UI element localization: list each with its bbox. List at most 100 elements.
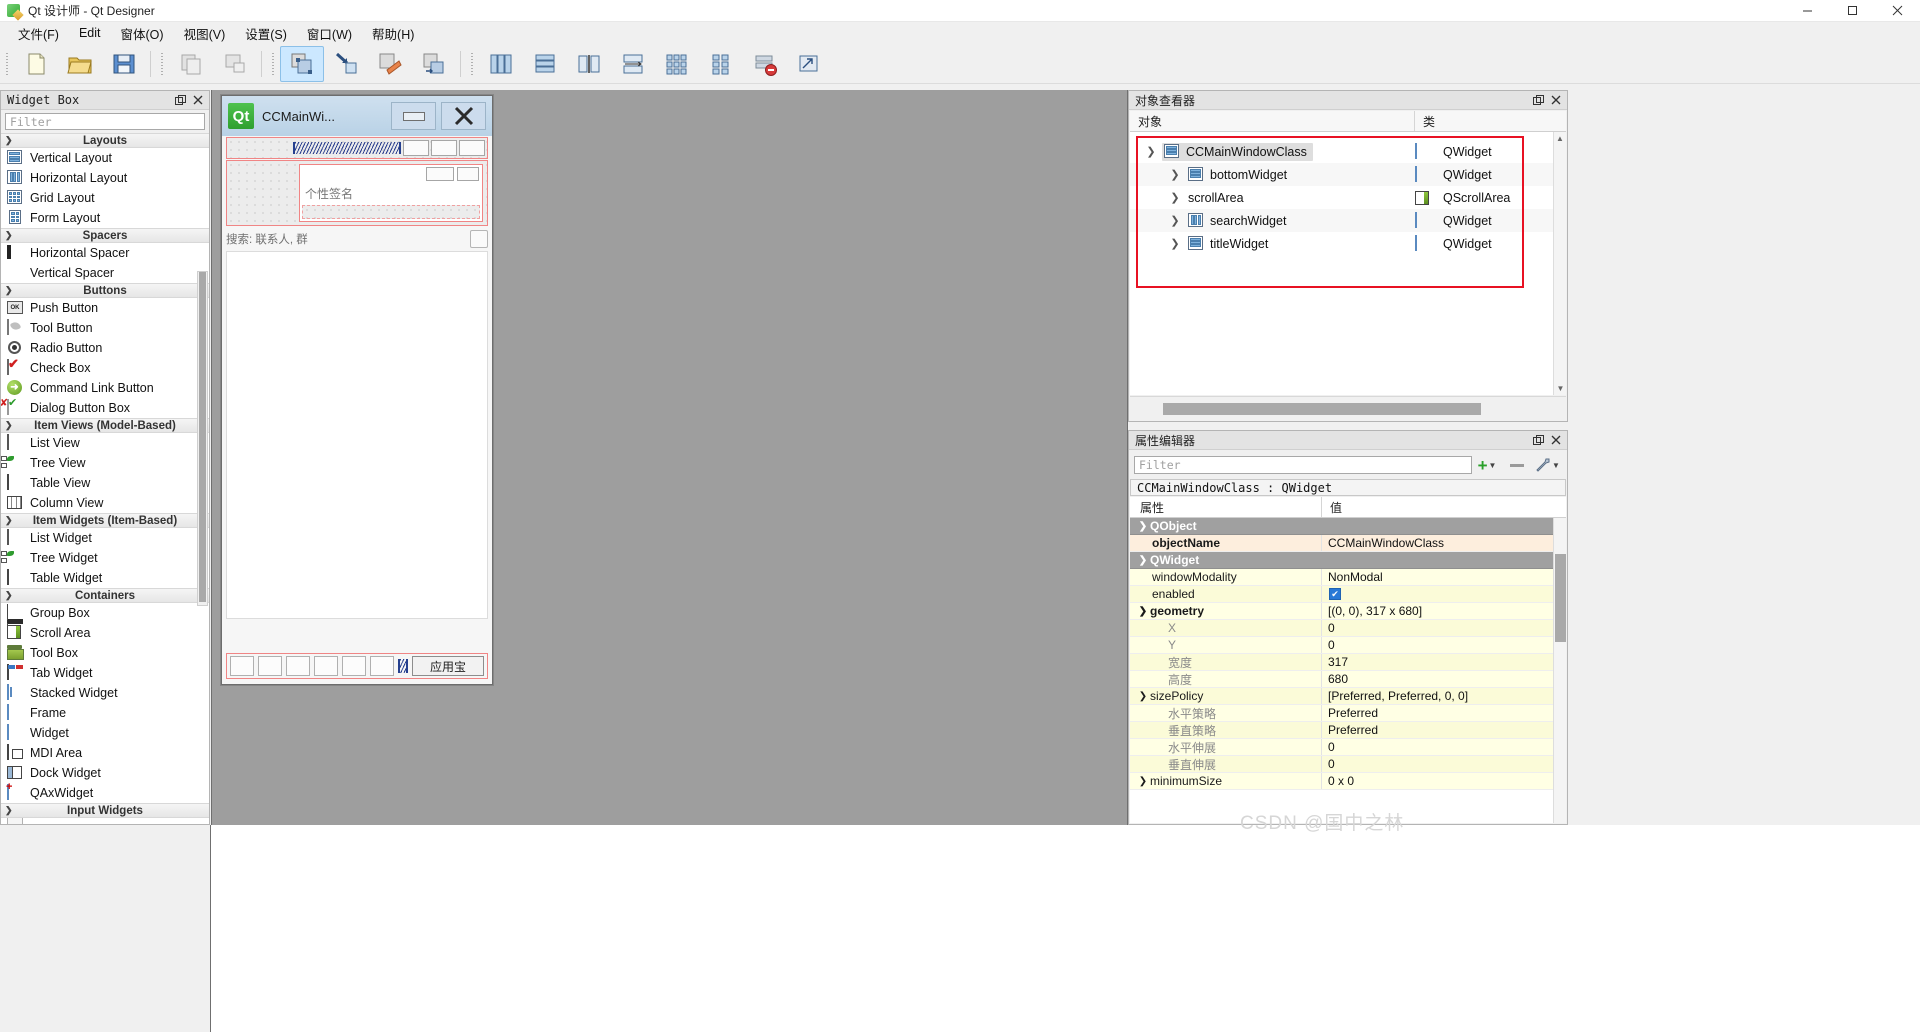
object-inspector-vertical-scrollbar[interactable]: ▲ ▼ — [1553, 132, 1566, 395]
configure-button[interactable]: ▼ — [1532, 454, 1562, 476]
property-value[interactable]: 680 — [1322, 671, 1553, 687]
property-row-geometry-x[interactable]: X 0 — [1130, 620, 1553, 637]
form-minimize-button[interactable] — [391, 102, 436, 130]
signature-button-2[interactable] — [457, 167, 479, 181]
layout-form-button[interactable] — [699, 46, 743, 82]
chevron-right-icon[interactable]: ❯ — [1164, 168, 1186, 181]
widget-item-push-button[interactable]: OK Push Button — [1, 298, 209, 318]
menu-window[interactable]: 窗口(W) — [297, 22, 362, 45]
object-inspector-horizontal-scrollbar[interactable] — [1130, 396, 1566, 420]
open-form-button[interactable] — [58, 46, 102, 82]
bottom-button-2[interactable] — [258, 656, 282, 676]
title-widget-layout[interactable] — [226, 137, 488, 159]
bottom-button-5[interactable] — [342, 656, 366, 676]
widget-item-frame[interactable]: Frame — [1, 703, 209, 723]
edit-signals-slots-button[interactable] — [324, 46, 368, 82]
edit-widgets-button[interactable] — [280, 46, 324, 82]
layout-splitter-horizontal-button[interactable] — [567, 46, 611, 82]
widget-group-containers[interactable]: ❯ Containers — [1, 588, 209, 603]
adjust-size-button[interactable] — [787, 46, 831, 82]
widget-item-group-box[interactable]: Group Box — [1, 603, 209, 623]
signature-inner-layout[interactable]: 个性签名 — [299, 164, 483, 222]
object-column-header[interactable]: 对象 — [1130, 111, 1415, 131]
bottom-widget-layout[interactable]: 应用宝 — [226, 653, 488, 679]
property-editor-table[interactable]: ❯ QObject objectName CCMainWindowClass ❯… — [1130, 518, 1553, 823]
search-widget-row[interactable]: 搜索: 联系人, 群 — [226, 228, 488, 250]
widget-item-list-view[interactable]: List View — [1, 433, 209, 453]
chevron-down-icon[interactable]: ❯ — [1136, 776, 1150, 787]
menu-form[interactable]: 窗体(O) — [111, 22, 174, 45]
widget-group-buttons[interactable]: ❯ Buttons — [1, 283, 209, 298]
signature-button-1[interactable] — [426, 167, 454, 181]
property-row-horizontal-policy[interactable]: 水平策略 Preferred — [1130, 705, 1553, 722]
property-row-vertical-policy[interactable]: 垂直策略 Preferred — [1130, 722, 1553, 739]
layout-horizontally-button[interactable] — [479, 46, 523, 82]
property-row-horizontal-stretch[interactable]: 水平伸展 0 — [1130, 739, 1553, 756]
property-row-geometry-height[interactable]: 高度 680 — [1130, 671, 1553, 688]
property-value[interactable]: 0 — [1322, 739, 1553, 755]
edit-tab-order-button[interactable] — [412, 46, 456, 82]
add-property-button[interactable]: +▼ — [1472, 454, 1502, 476]
widget-group-spacers[interactable]: ❯ Spacers — [1, 228, 209, 243]
save-form-button[interactable] — [102, 46, 146, 82]
widget-item-command-link-button[interactable]: ➜ Command Link Button — [1, 378, 209, 398]
widget-item-horizontal-layout[interactable]: Horizontal Layout — [1, 168, 209, 188]
property-filter-input[interactable]: Filter — [1134, 456, 1472, 474]
toolbar-grip-2[interactable] — [158, 51, 166, 77]
widget-item-table-widget[interactable]: Table Widget — [1, 568, 209, 588]
layout-vertically-button[interactable] — [523, 46, 567, 82]
chevron-right-icon[interactable]: ❯ — [1164, 237, 1186, 250]
enabled-checkbox[interactable]: ✔ — [1329, 588, 1341, 600]
widget-group-layouts[interactable]: ❯ Layouts — [1, 133, 209, 148]
widget-item-widget[interactable]: Widget — [1, 723, 209, 743]
widget-item-tab-widget[interactable]: Tab Widget — [1, 663, 209, 683]
property-row-minimumsize[interactable]: ❯ minimumSize 0 x 0 — [1130, 773, 1553, 790]
property-row-enabled[interactable]: enabled ✔ — [1130, 586, 1553, 603]
widget-item-stacked-widget[interactable]: Stacked Widget — [1, 683, 209, 703]
property-value[interactable]: 317 — [1322, 654, 1553, 670]
property-value[interactable]: [Preferred, Preferred, 0, 0] — [1322, 688, 1553, 704]
property-value[interactable]: 0 — [1322, 756, 1553, 772]
object-inspector-close-button[interactable] — [1549, 94, 1562, 107]
toolbar-grip-3[interactable] — [269, 51, 277, 77]
property-value[interactable]: 0 — [1322, 637, 1553, 653]
property-row-geometry[interactable]: ❯ geometry [(0, 0), 317 x 680] — [1130, 603, 1553, 620]
property-column-header[interactable]: 属性 — [1130, 497, 1322, 517]
remove-property-button[interactable] — [1502, 454, 1532, 476]
break-layout-button[interactable] — [743, 46, 787, 82]
bottom-button-1[interactable] — [230, 656, 254, 676]
widget-item-tool-box[interactable]: Tool Box — [1, 643, 209, 663]
object-row-bottomwidget[interactable]: ❯ bottomWidget QWidget — [1130, 163, 1566, 186]
property-row-geometry-y[interactable]: Y 0 — [1130, 637, 1553, 654]
title-horizontal-spacer[interactable] — [293, 142, 401, 154]
widget-item-dialog-button-box[interactable]: Dialog Button Box — [1, 398, 209, 418]
object-inspector-float-button[interactable] — [1532, 94, 1545, 107]
menu-file[interactable]: 文件(F) — [8, 22, 69, 45]
widget-box-close-button[interactable] — [191, 94, 204, 107]
property-row-windowmodality[interactable]: windowModality NonModal — [1130, 569, 1553, 586]
object-inspector-tree[interactable]: ❯ CCMainWindowClass QWidget ❯ botto — [1130, 132, 1566, 395]
signature-outer-layout[interactable]: 个性签名 — [226, 160, 488, 226]
form-preview-window[interactable]: Qt CCMainWi... — [221, 95, 493, 685]
chevron-right-icon[interactable]: ❯ — [1164, 191, 1186, 204]
edit-buddies-button[interactable] — [368, 46, 412, 82]
property-row-vertical-stretch[interactable]: 垂直伸展 0 — [1130, 756, 1553, 773]
widget-item-mdi-area[interactable]: MDI Area — [1, 743, 209, 763]
widget-item-tree-view[interactable]: Tree View — [1, 453, 209, 473]
new-form-button[interactable] — [14, 46, 58, 82]
widget-item-grid-layout[interactable]: Grid Layout — [1, 188, 209, 208]
widget-box-float-button[interactable] — [174, 94, 187, 107]
property-value[interactable]: NonModal — [1322, 569, 1553, 585]
contact-scroll-area[interactable] — [226, 251, 488, 619]
object-row-titlewidget[interactable]: ❯ titleWidget QWidget — [1130, 232, 1566, 255]
object-inspector-scroll-thumb[interactable] — [1163, 403, 1481, 415]
property-row-objectname[interactable]: objectName CCMainWindowClass — [1130, 535, 1553, 552]
toolbar-grip[interactable] — [3, 51, 11, 77]
widget-item-tool-button[interactable]: Tool Button — [1, 318, 209, 338]
object-row-searchwidget[interactable]: ❯ searchWidget QWidget — [1130, 209, 1566, 232]
widget-item-check-box[interactable]: Check Box — [1, 358, 209, 378]
property-value[interactable]: Preferred — [1322, 722, 1553, 738]
class-column-header[interactable]: 类 — [1415, 111, 1566, 131]
property-value[interactable]: [(0, 0), 317 x 680] — [1322, 603, 1553, 619]
widget-group-item-widgets[interactable]: ❯ Item Widgets (Item-Based) — [1, 513, 209, 528]
